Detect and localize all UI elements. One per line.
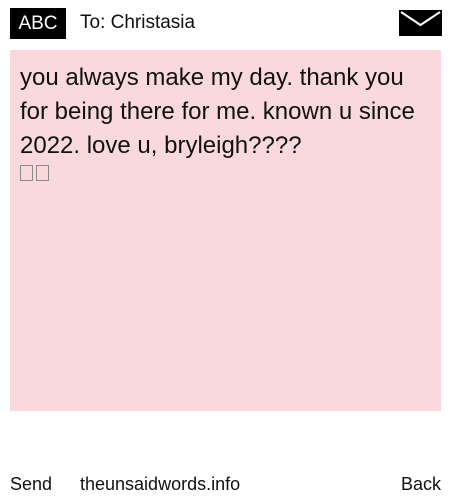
send-softkey[interactable]: Send [10,470,52,498]
unrendered-emoji-glyphs [20,165,431,189]
missing-glyph-icon [20,165,33,181]
message-header: ABC To: Christasia [0,0,450,46]
message-body[interactable]: you always make my day. thank you for be… [10,50,441,411]
site-link[interactable]: theunsaidwords.info [80,470,240,498]
softkey-bar: Send theunsaidwords.info Back [0,470,450,498]
message-text: you always make my day. thank you for be… [20,64,415,159]
input-mode-badge[interactable]: ABC [10,8,66,39]
back-softkey[interactable]: Back [401,470,441,498]
missing-glyph-icon [36,165,49,181]
envelope-icon[interactable] [399,10,442,36]
recipient-label: To: Christasia [80,12,196,33]
